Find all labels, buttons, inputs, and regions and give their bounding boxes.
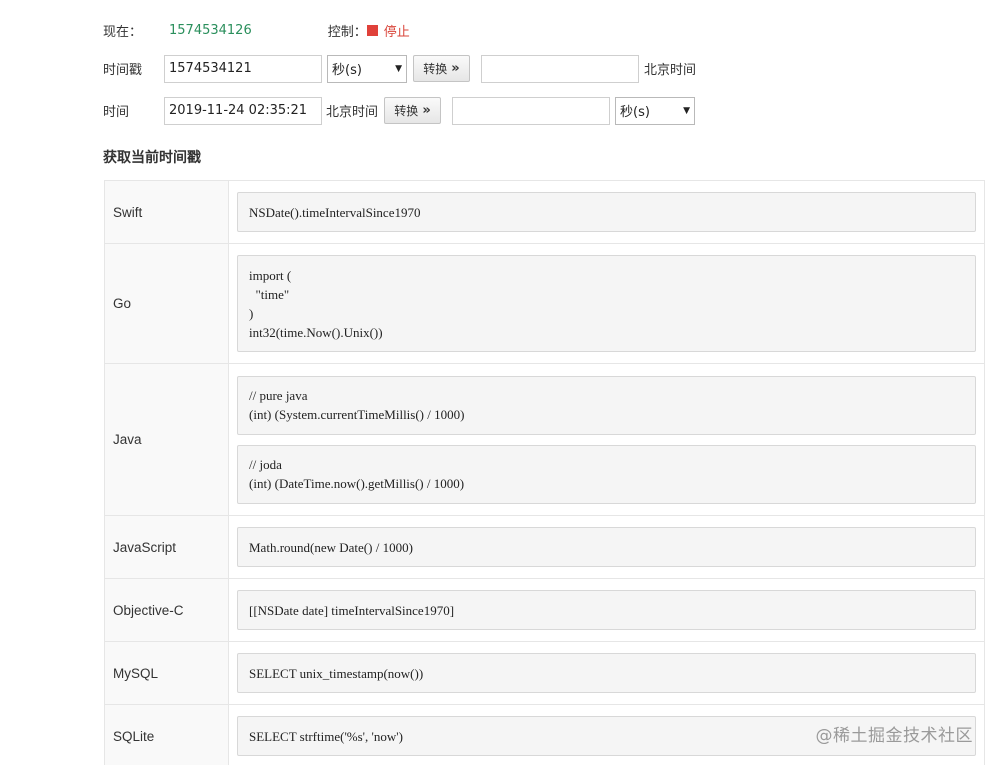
code-snippet[interactable]: // joda (int) (DateTime.now().getMillis(… xyxy=(237,444,976,504)
now-label: 现在： xyxy=(103,24,143,40)
table-row: Objective-C [[NSDate date] timeIntervalSi… xyxy=(104,578,985,642)
code-cell: import ( "time" ) int32(time.Now().Unix(… xyxy=(228,243,985,364)
table-row: JavaScript Math.round(new Date() / 1000) xyxy=(104,515,985,579)
timestamp-label: 时间戳 xyxy=(103,63,143,78)
code-snippet[interactable]: SELECT unix_timestamp(now()) xyxy=(237,653,976,693)
code-snippet[interactable]: [[NSDate date] timeIntervalSince1970] xyxy=(237,590,976,630)
stop-icon xyxy=(366,24,378,36)
time-label: 时间 xyxy=(103,105,130,120)
language-name: Java xyxy=(104,363,229,516)
language-name: SQLite xyxy=(104,704,229,765)
time-unit-select[interactable]: 秒(s) ▼ xyxy=(615,96,696,125)
control-label: 控制： xyxy=(327,24,367,40)
code-cell: [[NSDate date] timeIntervalSince1970] xyxy=(228,578,985,642)
time-convert-button[interactable]: 转换 » xyxy=(384,97,442,124)
dropdown-arrow-icon: ▼ xyxy=(395,63,402,74)
language-name: Swift xyxy=(104,180,229,244)
code-cell: // pure java (int) (System.currentTimeMi… xyxy=(228,363,985,516)
time-output-field[interactable] xyxy=(452,96,611,125)
table-row: MySQL SELECT unix_timestamp(now()) xyxy=(104,641,985,705)
dropdown-arrow-icon: ▼ xyxy=(683,105,691,116)
watermark: @稀土掘金技术社区 xyxy=(815,726,973,746)
timestamp-output-suffix: 北京时间 xyxy=(644,63,697,78)
time-row: 时间 北京时间 转换 » 秒(s) ▼ xyxy=(103,96,696,125)
code-snippet[interactable]: // pure java (int) (System.currentTimeMi… xyxy=(237,375,976,435)
time-tz-label: 北京时间 xyxy=(326,105,379,120)
now-value: 1574534126 xyxy=(169,22,252,38)
code-cell: Math.round(new Date() / 1000) xyxy=(228,515,985,579)
table-row: Swift NSDate().timeIntervalSince1970 xyxy=(104,180,985,244)
table-row: Java// pure java (int) (System.currentTi… xyxy=(104,363,985,516)
language-name: Go xyxy=(104,243,229,364)
code-cell: SELECT unix_timestamp(now()) xyxy=(228,641,985,705)
stop-button[interactable]: 停止 xyxy=(366,21,410,40)
stop-label: 停止 xyxy=(383,24,410,40)
timestamp-unit-select[interactable]: 秒(s) ▼ xyxy=(327,54,407,83)
timestamp-input[interactable] xyxy=(164,54,322,83)
language-name: MySQL xyxy=(104,641,229,705)
language-name: Objective-C xyxy=(104,578,229,642)
table-row: Go import ( "time" ) int32(time.Now().Uni… xyxy=(104,243,985,364)
section-title: 获取当前时间戳 xyxy=(103,150,201,166)
code-snippet-table: Swift NSDate().timeIntervalSince1970 Go imp… xyxy=(104,180,985,765)
code-snippet[interactable]: import ( "time" ) int32(time.Now().Unix(… xyxy=(237,255,976,352)
double-chevron-right-icon: » xyxy=(422,103,431,118)
double-chevron-right-icon: » xyxy=(451,61,460,76)
code-snippet[interactable]: Math.round(new Date() / 1000) xyxy=(237,527,976,567)
language-name: JavaScript xyxy=(104,515,229,579)
code-snippet[interactable]: NSDate().timeIntervalSince1970 xyxy=(237,192,976,232)
time-input[interactable] xyxy=(164,96,322,125)
status-row: 现在： 1574534126 控制： 停止 xyxy=(103,20,410,40)
timestamp-output-field[interactable] xyxy=(481,54,639,83)
timestamp-convert-button[interactable]: 转换 » xyxy=(413,55,470,82)
timestamp-row: 时间戳 秒(s) ▼ 转换 » 北京时间 xyxy=(103,54,696,83)
code-cell: NSDate().timeIntervalSince1970 xyxy=(228,180,985,244)
